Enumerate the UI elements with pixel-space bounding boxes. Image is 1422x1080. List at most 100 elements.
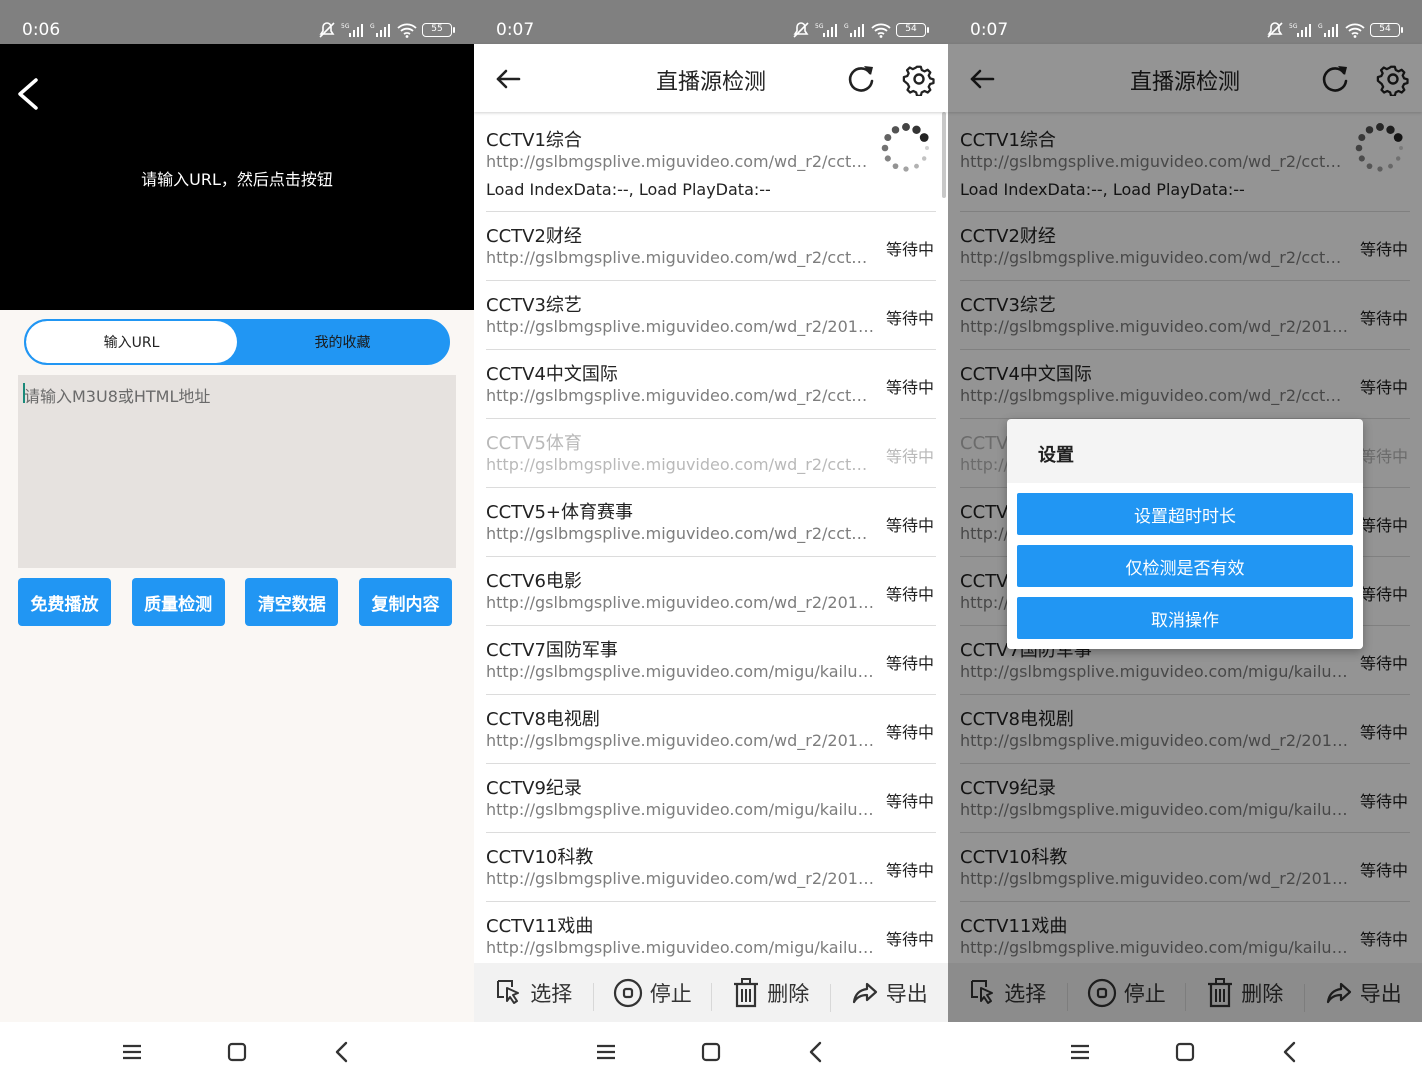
channel-url: http://gslbmgsplive.miguvideo.com/wd_r2/… — [486, 593, 876, 612]
copy-content-button[interactable]: 复制内容 — [358, 578, 452, 626]
back-nav-icon[interactable] — [1275, 1038, 1305, 1066]
export-label: 导出 — [885, 981, 928, 1006]
channel-name: CCTV1综合 — [486, 130, 582, 151]
refresh-icon[interactable] — [844, 62, 878, 96]
list-item[interactable]: CCTV7国防军事 http://gslbmgsplive.miguvideo.c… — [486, 626, 936, 695]
channel-name: CCTV7国防军事 — [486, 640, 618, 661]
signal-5g-icon: 5G — [815, 23, 837, 37]
video-player[interactable]: 请输入URL，然后点击按钮 — [0, 44, 474, 310]
screen-settings-dialog: 0:07 5G G 54 直播源检测 CCTV1综合 http://gslbmgs… — [948, 0, 1422, 1080]
loading-spinner-icon — [881, 123, 929, 172]
status-badge: 等待中 — [885, 930, 934, 949]
stop-icon — [613, 978, 642, 1007]
status-bar: 0:07 5G G 54 — [948, 0, 1422, 44]
back-nav-icon[interactable] — [327, 1038, 357, 1066]
system-nav-bar — [948, 1022, 1422, 1080]
system-nav-bar — [474, 1022, 948, 1080]
status-bar: 0:06 5G G 55 — [0, 0, 474, 44]
url-input-box — [18, 375, 456, 568]
gear-icon[interactable] — [902, 62, 936, 96]
wifi-icon — [871, 23, 891, 38]
status-time: 0:06 — [22, 20, 61, 40]
battery-icon: 54 — [896, 23, 929, 37]
status-badge: 等待中 — [885, 378, 934, 397]
svg-text:G: G — [370, 23, 375, 30]
status-badge: 等待中 — [885, 516, 934, 535]
channel-url: http://gslbmgsplive.miguvideo.com/wd_r2/… — [486, 248, 876, 267]
status-icons: 5G G 55 — [318, 20, 455, 40]
list-item[interactable]: CCTV4中文国际 http://gslbmgsplive.miguvideo.c… — [486, 350, 936, 419]
player-hint: 请输入URL，然后点击按钮 — [141, 170, 333, 189]
share-arrow-icon — [852, 982, 877, 1003]
tab-favorites[interactable]: 我的收藏 — [237, 321, 448, 363]
settings-dialog: 设置 设置超时时长 仅检测是否有效 取消操作 — [1007, 419, 1363, 649]
system-nav-bar — [0, 1022, 474, 1080]
channel-url: http://gslbmgsplive.miguvideo.com/wd_r2/… — [486, 152, 876, 171]
free-play-button[interactable]: 免费播放 — [18, 578, 111, 626]
list-item[interactable]: CCTV5+体育赛事http://gslbmgsplive.miguvideo.… — [486, 488, 936, 557]
select-button[interactable]: 选择 — [474, 978, 593, 1008]
tab-input-url[interactable]: 输入URL — [26, 321, 237, 363]
status-icons: 5G G 54 — [1266, 20, 1403, 40]
url-input[interactable] — [24, 383, 450, 560]
signal-5g-icon: 5G — [341, 23, 363, 37]
text-cursor — [23, 383, 25, 403]
scrollbar-thumb[interactable] — [942, 112, 946, 198]
menu-icon[interactable] — [591, 1038, 621, 1066]
status-badge: 等待中 — [885, 585, 934, 604]
quality-check-button[interactable]: 质量检测 — [131, 578, 225, 626]
bottom-toolbar: 选择 停止 删除 导出 — [474, 963, 948, 1022]
battery-icon: 55 — [422, 23, 455, 37]
select-label: 选择 — [530, 981, 573, 1006]
cancel-button[interactable]: 取消操作 — [1017, 597, 1353, 639]
back-nav-icon[interactable] — [801, 1038, 831, 1066]
set-timeout-button[interactable]: 设置超时时长 — [1017, 493, 1353, 535]
list-item[interactable]: CCTV6电影http://gslbmgsplive.miguvideo.com… — [486, 557, 936, 626]
channel-name: CCTV10科教 — [486, 847, 594, 868]
channel-url: http://gslbmgsplive.miguvideo.com/wd_r2/… — [486, 524, 876, 543]
signal-5g-icon: 5G — [1289, 23, 1311, 37]
dialog-title: 设置 — [1038, 445, 1074, 466]
stop-button[interactable]: 停止 — [592, 977, 712, 1011]
status-time: 0:07 — [496, 20, 535, 40]
channel-name: CCTV6电影 — [486, 571, 582, 592]
status-badge: 等待中 — [885, 447, 934, 466]
clear-data-button[interactable]: 清空数据 — [245, 578, 339, 626]
wifi-icon — [397, 23, 417, 38]
list-item[interactable]: CCTV3综艺 http://gslbmgsplive.miguvideo.com… — [486, 281, 936, 350]
list-item[interactable]: CCTV10科教 http://gslbmgsplive.miguvideo.co… — [486, 833, 936, 902]
home-icon[interactable] — [222, 1038, 252, 1066]
status-badge: 等待中 — [885, 309, 934, 328]
list-item[interactable]: CCTV5体育http://gslbmgsplive.miguvideo.com… — [486, 419, 936, 488]
screen-player: 0:06 5G G 55 请输入URL，然后点击按钮 输入URL 我的收藏 免费… — [0, 0, 474, 1080]
list-item[interactable]: CCTV2财经 http://gslbmgsplive.miguvideo.com… — [486, 212, 936, 281]
back-chevron-icon[interactable] — [12, 74, 48, 114]
menu-icon[interactable] — [1065, 1038, 1095, 1066]
mute-icon — [1267, 22, 1283, 38]
source-list[interactable]: CCTV1综合 http://gslbmgsplive.miguvideo.com… — [474, 112, 948, 963]
status-bar: 0:07 5G G 54 — [474, 0, 948, 44]
status-badge: 等待中 — [885, 723, 934, 742]
action-buttons: 免费播放 质量检测 清空数据 复制内容 — [18, 578, 452, 626]
screen-source-check: 0:07 5G G 54 直播源检测 CCTV1综合 http://gslbmgs… — [474, 0, 948, 1080]
status-badge: 等待中 — [885, 861, 934, 880]
status-badge: 等待中 — [885, 792, 934, 811]
channel-name: CCTV2财经 — [486, 226, 582, 247]
list-item[interactable]: CCTV11戏曲 http://gslbmgsplive.miguvideo.co… — [486, 902, 936, 963]
validity-only-button[interactable]: 仅检测是否有效 — [1017, 545, 1353, 587]
channel-url: http://gslbmgsplive.miguvideo.com/wd_r2/… — [486, 455, 876, 474]
delete-button[interactable]: 删除 — [711, 977, 830, 1011]
menu-icon[interactable] — [117, 1038, 147, 1066]
list-item[interactable]: CCTV9纪录 http://gslbmgsplive.miguvideo.com… — [486, 764, 936, 833]
status-time: 0:07 — [970, 20, 1009, 40]
app-bar: 直播源检测 — [474, 44, 948, 112]
svg-text:G: G — [1318, 23, 1323, 30]
home-icon[interactable] — [1170, 1038, 1200, 1066]
list-item[interactable]: CCTV8电视剧 http://gslbmgsplive.miguvideo.co… — [486, 695, 936, 764]
home-icon[interactable] — [696, 1038, 726, 1066]
list-item[interactable]: CCTV1综合 http://gslbmgsplive.miguvideo.com… — [486, 112, 936, 212]
channel-url: http://gslbmgsplive.miguvideo.com/migu/k… — [486, 800, 874, 819]
export-button[interactable]: 导出 — [829, 978, 949, 1012]
select-cursor-icon — [497, 979, 520, 1004]
signal-icon: G — [1318, 23, 1338, 37]
